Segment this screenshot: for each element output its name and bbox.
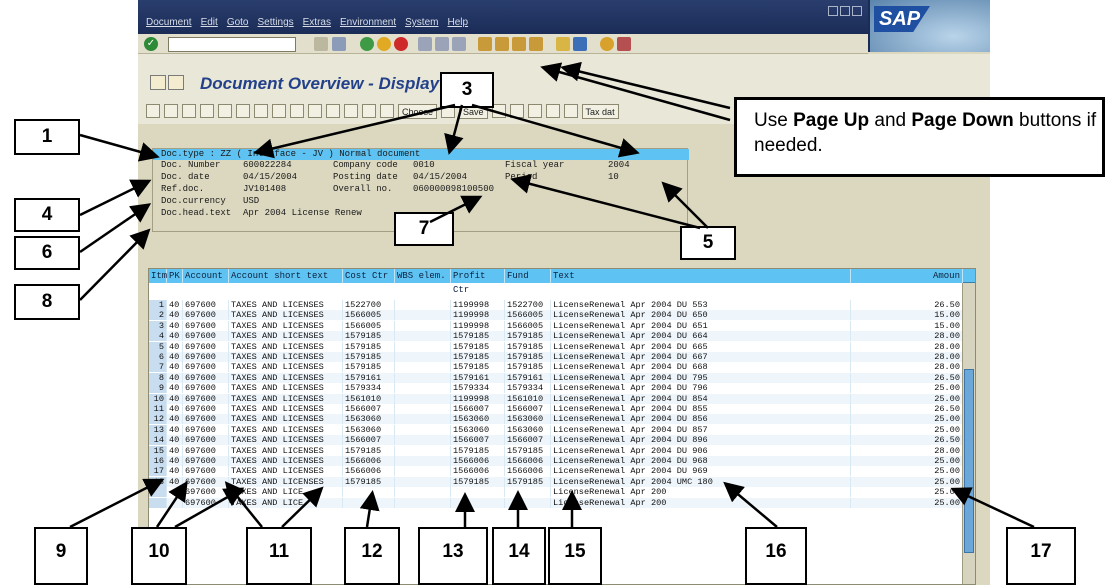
annotation-arrows xyxy=(69,61,1035,529)
page: { "menu": ["Document","Edit","Goto","Set… xyxy=(0,0,1105,585)
